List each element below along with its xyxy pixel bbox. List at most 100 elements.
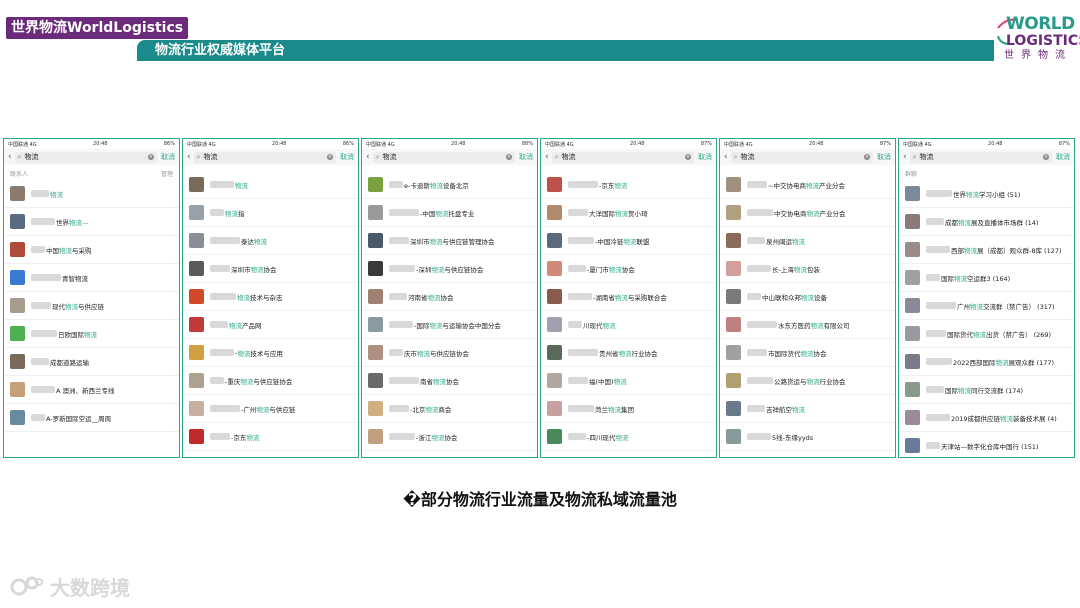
list-item[interactable]: 泉州闽运 物流 (720, 227, 895, 255)
redacted-text (747, 377, 773, 384)
list-item[interactable]: 水东方医药 物流 有限公司 (720, 311, 895, 339)
list-item[interactable]: A 澳洲、新西兰专线 (4, 376, 179, 404)
list-item[interactable]: -中国 物流 托盘专业 (362, 199, 537, 227)
list-item[interactable]: 贵州省 物流 行业协会 (541, 339, 716, 367)
list-item[interactable]: 深圳市 物流 协会 (183, 255, 358, 283)
list-item[interactable]: 广州 物流 交流群（禁广告） (317) (899, 292, 1074, 320)
list-item[interactable]: -厦门市 物流 协会 (541, 255, 716, 283)
list-item[interactable]: 5线-东缘yyds (720, 423, 895, 451)
list-item[interactable]: -湖南省 物流 与采购联合会 (541, 283, 716, 311)
search-input[interactable]: ⌕ 物流 × (14, 151, 157, 163)
list-item[interactable]: A-罗新国际空运__周周 (4, 404, 179, 432)
list-item[interactable]: 中交协电商 物流 产业分会 (720, 199, 895, 227)
search-query: 物流 (919, 153, 934, 161)
list-item[interactable]: - 物流 技术与应用 (183, 339, 358, 367)
list-item[interactable]: -京东 物流 (183, 423, 358, 451)
list-item[interactable]: e-卡迪斯 物流 设备北京 (362, 171, 537, 199)
search-input[interactable]: ⌕ 物流 × (551, 151, 694, 163)
back-arrow-icon[interactable]: ‹ (545, 152, 549, 162)
search-input[interactable]: ⌕ 物流 × (372, 151, 515, 163)
list-item[interactable]: 物流 (4, 180, 179, 208)
list-item[interactable]: 物流 (183, 171, 358, 199)
list-item[interactable]: 日欧国际 物流 (4, 320, 179, 348)
list-item[interactable]: 深圳市 物流 与供应链管理协会 (362, 227, 537, 255)
list-item[interactable]: 公路货运与 物流 行业协会 (720, 367, 895, 395)
item-highlight: 物流 (65, 302, 78, 311)
list-item[interactable]: 市国际货代 物流 协会 (720, 339, 895, 367)
list-item[interactable]: 世界 物流 学习小组 (51) (899, 180, 1074, 208)
list-item[interactable]: 南省 物流 协会 (362, 367, 537, 395)
cancel-button[interactable]: 取消 (161, 152, 175, 162)
list-item[interactable]: 国际 物流 空运群3 (164) (899, 264, 1074, 292)
list-item[interactable]: -深圳 物流 与供应链协会 (362, 255, 537, 283)
list-item[interactable]: 世界 物流... (4, 208, 179, 236)
logo-word-2: LOGISTICS (1006, 33, 1080, 49)
list-item[interactable]: 成都 物流 展及直播体市场群 (14) (899, 208, 1074, 236)
list-item[interactable]: 福(中国) 物流 (541, 367, 716, 395)
status-bar: 中国联通 4G 20:48 87% (899, 139, 1074, 149)
section-action[interactable]: 管理 (161, 169, 173, 178)
cancel-button[interactable]: 取消 (698, 152, 712, 162)
clear-icon[interactable]: × (506, 154, 512, 160)
back-arrow-icon[interactable]: ‹ (8, 152, 12, 162)
list-item[interactable]: -北京 物流 商会 (362, 395, 537, 423)
list-item[interactable]: 物流指 (183, 199, 358, 227)
list-item[interactable]: 国际货代 物流 出货（禁广告） (269) (899, 320, 1074, 348)
search-input[interactable]: ⌕ 物流 × (730, 151, 873, 163)
list-item[interactable]: 天津站—数字化仓库中国行 (151) (899, 432, 1074, 457)
list-item[interactable]: ~中交协电商 物流 产业分会 (720, 171, 895, 199)
list-item[interactable]: 川现代 物流 (541, 311, 716, 339)
list-item[interactable]: 成都道路运输 (4, 348, 179, 376)
avatar (547, 177, 562, 192)
list-item[interactable]: 泰达 物流 (183, 227, 358, 255)
search-input[interactable]: ⌕ 物流 × (193, 151, 336, 163)
redacted-text (210, 265, 230, 272)
list-item[interactable]: -四川现代 物流 (541, 423, 716, 451)
cancel-button[interactable]: 取消 (877, 152, 891, 162)
clear-icon[interactable]: × (685, 154, 691, 160)
avatar (547, 261, 562, 276)
back-arrow-icon[interactable]: ‹ (903, 152, 907, 162)
item-suffix: 协会 (446, 377, 459, 386)
list-item[interactable]: 大洋国际 物流 贺小琦 (541, 199, 716, 227)
list-item[interactable]: 长-上海 物流 包装 (720, 255, 895, 283)
list-item[interactable]: 中山联和众邦 物流 设备 (720, 283, 895, 311)
cancel-button[interactable]: 取消 (340, 152, 354, 162)
status-battery: 88% (521, 141, 533, 147)
item-highlight: 物流 (792, 237, 805, 246)
list-item[interactable]: 菏兰 物流 集团 (541, 395, 716, 423)
list-item[interactable]: 庆市 物流 与供应链协会 (362, 339, 537, 367)
back-arrow-icon[interactable]: ‹ (187, 152, 191, 162)
item-suffix: 空运群3 (164) (967, 274, 1011, 283)
back-arrow-icon[interactable]: ‹ (724, 152, 728, 162)
avatar (905, 354, 920, 369)
list-item[interactable]: 国际 物流 同行交流群 (174) (899, 376, 1074, 404)
list-item[interactable]: 2019成都供应链 物流 装备技术展 (4) (899, 404, 1074, 432)
back-arrow-icon[interactable]: ‹ (366, 152, 370, 162)
list-item[interactable]: 物流 技术与杂志 (183, 283, 358, 311)
list-item[interactable]: 青智物流 (4, 264, 179, 292)
clear-icon[interactable]: × (327, 154, 333, 160)
list-item[interactable]: 吉祥航空 物流 (720, 395, 895, 423)
list-item[interactable]: 中国 物流 与采购 (4, 236, 179, 264)
list-item[interactable]: -浙江 物流 协会 (362, 423, 537, 451)
list-item[interactable]: 2022西部国际 物流 展观众群 (177) (899, 348, 1074, 376)
list-item[interactable]: 西部 物流 展（成都）观众群-8库 (127) (899, 236, 1074, 264)
list-item[interactable]: -中国冷链 物流 联盟 (541, 227, 716, 255)
cancel-button[interactable]: 取消 (519, 152, 533, 162)
list-item[interactable]: 河南省 物流 协会 (362, 283, 537, 311)
redacted-text (747, 321, 777, 328)
list-item[interactable]: -京东 物流 (541, 171, 716, 199)
clear-icon[interactable]: × (864, 154, 870, 160)
redacted-text (389, 237, 409, 244)
list-item[interactable]: -广州 物流 与供应链 (183, 395, 358, 423)
list-item[interactable]: -重庆 物流 与供应链协会 (183, 367, 358, 395)
list-item[interactable]: 现代 物流 与供应链 (4, 292, 179, 320)
list-item[interactable]: -国际 物流 与运输协会中国分会 (362, 311, 537, 339)
clear-icon[interactable]: × (148, 154, 154, 160)
list-item[interactable]: 物流 产品网 (183, 311, 358, 339)
search-input[interactable]: ⌕ 物流 × (909, 151, 1052, 163)
redacted-text (926, 358, 952, 365)
clear-icon[interactable]: × (1043, 154, 1049, 160)
cancel-button[interactable]: 取消 (1056, 152, 1070, 162)
